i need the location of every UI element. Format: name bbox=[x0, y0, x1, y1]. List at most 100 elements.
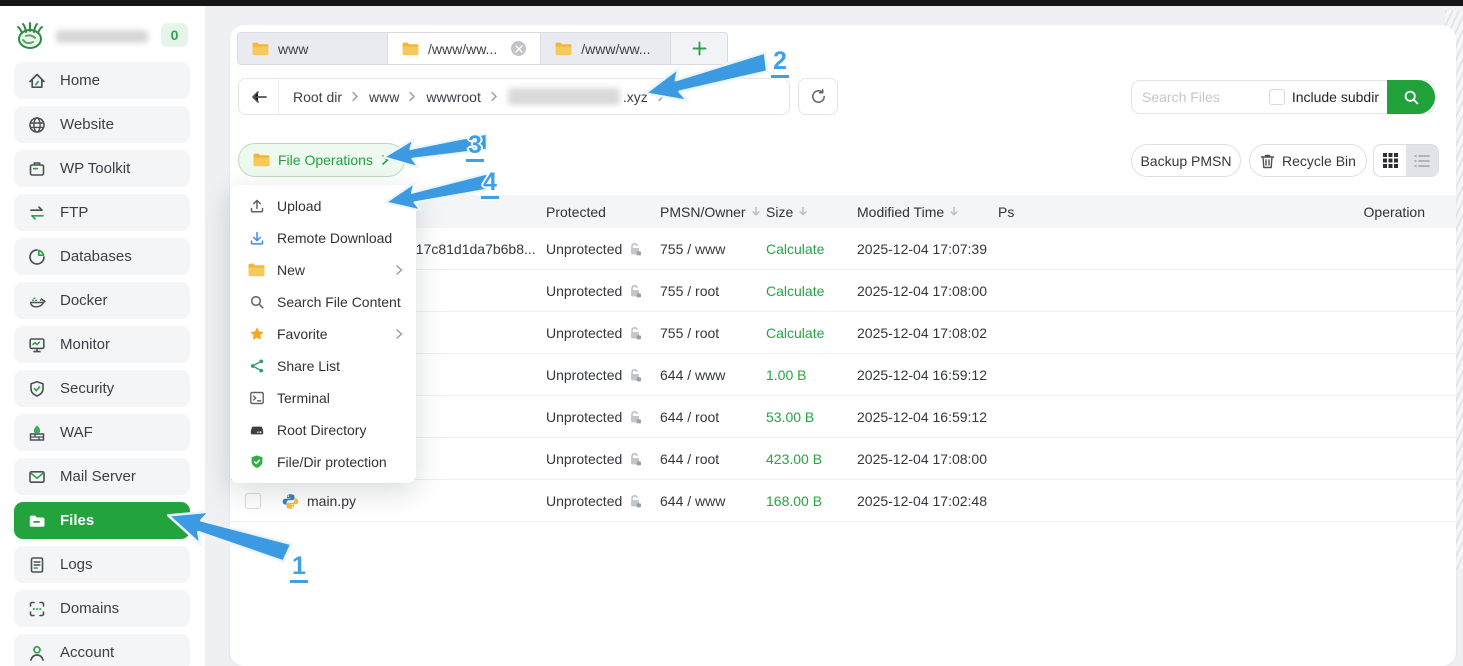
modified-time: 2025-12-04 17:07:39 bbox=[857, 228, 987, 270]
sidebar-item-files[interactable]: Files bbox=[14, 502, 190, 539]
menu-item-file-dir-protection[interactable]: File/Dir protection bbox=[230, 446, 416, 478]
notification-badge[interactable]: 0 bbox=[161, 23, 188, 47]
sort-down-icon[interactable] bbox=[751, 206, 761, 217]
chevron-right-icon bbox=[657, 91, 666, 102]
header-protected[interactable]: Protected bbox=[546, 195, 606, 228]
sidebar-item-home[interactable]: Home bbox=[14, 62, 190, 99]
sidebar-item-waf[interactable]: WAF bbox=[14, 414, 190, 451]
unlock-icon bbox=[628, 368, 642, 382]
recycle-bin-label: Recycle Bin bbox=[1282, 153, 1356, 169]
sidebar-item-label: Domains bbox=[60, 600, 119, 617]
grid-view-icon bbox=[1383, 153, 1398, 168]
sidebar-item-label: FTP bbox=[60, 204, 88, 221]
add-tab-button[interactable] bbox=[671, 33, 727, 64]
header-modified-time[interactable]: Modified Time bbox=[857, 195, 959, 228]
tab-other-dir[interactable]: /www/ww... bbox=[541, 33, 671, 64]
sidebar-nav: Home Website WP Toolkit FTP Databases Do… bbox=[14, 62, 190, 666]
sidebar-item-ftp[interactable]: FTP bbox=[14, 194, 190, 231]
folder-icon bbox=[27, 511, 47, 531]
search-button[interactable] bbox=[1387, 80, 1435, 114]
menu-item-favorite[interactable]: Favorite bbox=[230, 318, 416, 350]
backup-pmsn-button[interactable]: Backup PMSN bbox=[1131, 144, 1241, 177]
refresh-icon bbox=[810, 88, 827, 105]
tab-current-dir[interactable]: /www/ww... bbox=[388, 33, 541, 64]
plus-icon bbox=[692, 41, 707, 56]
header-ps[interactable]: Ps bbox=[998, 195, 1014, 228]
header-pmsn-owner[interactable]: PMSN/Owner bbox=[660, 195, 761, 228]
protected-status: Unprotected bbox=[546, 312, 642, 354]
menu-item-root-directory[interactable]: Root Directory bbox=[230, 414, 416, 446]
menu-item-upload[interactable]: Upload bbox=[230, 190, 416, 222]
file-operations-button[interactable]: File Operations bbox=[238, 143, 405, 177]
sidebar-item-monitor[interactable]: Monitor bbox=[14, 326, 190, 363]
monitor-icon bbox=[27, 335, 47, 355]
sidebar-item-docker[interactable]: Docker bbox=[14, 282, 190, 319]
star-icon bbox=[248, 326, 265, 342]
list-view-button[interactable] bbox=[1406, 145, 1438, 176]
modified-time: 2025-12-04 17:08:00 bbox=[857, 270, 987, 312]
backup-pmsn-label: Backup PMSN bbox=[1140, 153, 1231, 169]
sidebar-item-label: WAF bbox=[60, 424, 93, 441]
modified-time: 2025-12-04 16:59:12 bbox=[857, 396, 987, 438]
sidebar-item-mail-server[interactable]: Mail Server bbox=[14, 458, 190, 495]
size-calculate-link[interactable]: Calculate bbox=[766, 312, 824, 354]
back-button[interactable] bbox=[239, 79, 279, 114]
close-tab-icon[interactable] bbox=[511, 41, 526, 56]
globe-icon bbox=[27, 115, 47, 135]
breadcrumb-www[interactable]: www bbox=[369, 89, 399, 105]
tab-label: /www/ww... bbox=[428, 41, 497, 57]
menu-item-search-file-content[interactable]: Search File Content bbox=[230, 286, 416, 318]
menu-item-terminal[interactable]: Terminal bbox=[230, 382, 416, 414]
grid-view-button[interactable] bbox=[1374, 145, 1406, 176]
file-size: 53.00 B bbox=[766, 396, 814, 438]
tab-label: /www/ww... bbox=[581, 41, 650, 57]
menu-item-new[interactable]: New bbox=[230, 254, 416, 286]
sidebar-item-website[interactable]: Website bbox=[14, 106, 190, 143]
breadcrumb-domain-redacted[interactable] bbox=[508, 88, 620, 105]
breadcrumb-wwwroot[interactable]: wwwroot bbox=[426, 89, 480, 105]
file-manager-page: 0 Home Website WP Toolkit FTP Databases bbox=[0, 0, 1463, 666]
search-input[interactable] bbox=[1132, 89, 1269, 105]
menu-item-remote-download[interactable]: Remote Download bbox=[230, 222, 416, 254]
sidebar-item-wp-toolkit[interactable]: WP Toolkit bbox=[14, 150, 190, 187]
sidebar-item-security[interactable]: Security bbox=[14, 370, 190, 407]
file-name[interactable]: main.py bbox=[307, 480, 356, 522]
list-view-icon bbox=[1414, 154, 1430, 168]
refresh-button[interactable] bbox=[798, 78, 838, 115]
recycle-bin-button[interactable]: Recycle Bin bbox=[1249, 144, 1367, 177]
sidebar-item-account[interactable]: Account bbox=[14, 634, 190, 666]
folder-icon bbox=[252, 42, 269, 56]
protected-status: Unprotected bbox=[546, 228, 642, 270]
header-size[interactable]: Size bbox=[766, 195, 808, 228]
file-size: 423.00 B bbox=[766, 438, 822, 480]
arrow-left-icon bbox=[250, 89, 268, 105]
sort-down-icon[interactable] bbox=[949, 206, 959, 217]
sort-down-icon[interactable] bbox=[798, 206, 808, 217]
breadcrumb-domain-suffix[interactable]: .xyz bbox=[623, 89, 648, 105]
file-size: 168.00 B bbox=[766, 480, 822, 522]
path-bar: Root dir www wwwroot .xyz bbox=[238, 78, 790, 115]
table-row[interactable]: main.py Unprotected 644 / www 168.00 B 2… bbox=[230, 480, 1456, 522]
tab-www[interactable]: www bbox=[238, 33, 388, 64]
shield-check-icon bbox=[248, 454, 265, 470]
server-drive-icon bbox=[248, 422, 265, 438]
pie-chart-icon bbox=[27, 247, 47, 267]
include-subdir-option: Include subdir bbox=[1269, 89, 1379, 105]
menu-item-label: New bbox=[277, 262, 395, 278]
size-calculate-link[interactable]: Calculate bbox=[766, 270, 824, 312]
sidebar-item-databases[interactable]: Databases bbox=[14, 238, 190, 275]
server-name-redacted bbox=[56, 30, 148, 43]
sidebar-item-logs[interactable]: Logs bbox=[14, 546, 190, 583]
file-manager-panel: www /www/ww... /www/ww... bbox=[230, 25, 1456, 666]
size-calculate-link[interactable]: Calculate bbox=[766, 228, 824, 270]
sidebar-item-label: Security bbox=[60, 380, 114, 397]
unlock-icon bbox=[628, 410, 642, 424]
menu-item-share-list[interactable]: Share List bbox=[230, 350, 416, 382]
sidebar-item-domains[interactable]: Domains bbox=[14, 590, 190, 627]
breadcrumb-root[interactable]: Root dir bbox=[293, 89, 342, 105]
unlock-icon bbox=[628, 326, 642, 340]
include-subdir-checkbox[interactable] bbox=[1269, 89, 1285, 105]
user-icon bbox=[27, 643, 47, 663]
menu-item-label: File/Dir protection bbox=[277, 454, 404, 470]
row-checkbox[interactable] bbox=[245, 480, 261, 522]
